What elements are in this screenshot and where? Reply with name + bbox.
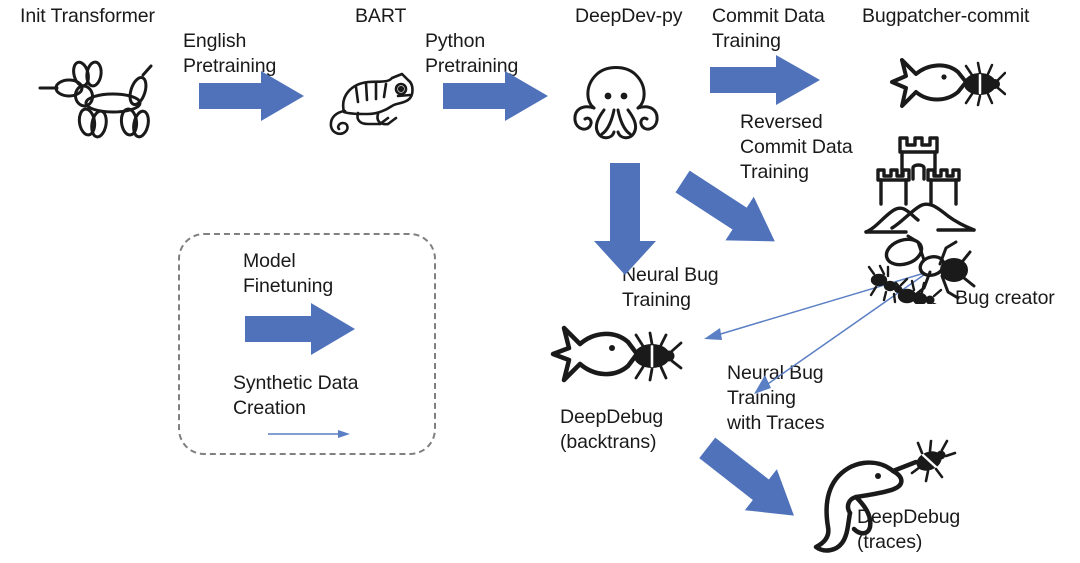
arrow-commit-data-training — [710, 55, 820, 105]
node-label-deepdev-py: DeepDev-py — [575, 5, 683, 27]
legend-thin-blue-arrow — [268, 427, 350, 441]
node-label-bugpatcher-commit: Bugpatcher-commit — [862, 5, 1030, 27]
arrow-neural-bug-training — [594, 163, 656, 275]
diagram-canvas: Init Transformer English Pretraining BAR… — [0, 0, 1080, 563]
legend-label-synthetic-data-creation: Synthetic Data Creation — [233, 372, 359, 419]
node-label-init-transformer: Init Transformer — [20, 5, 155, 27]
legend-thick-blue-arrow — [245, 303, 355, 355]
fish-with-bug-icon-backtrans — [524, 306, 684, 410]
octopus-icon — [568, 60, 664, 152]
node-label-bart: BART — [355, 5, 407, 27]
castle-mountains-ants-icon — [862, 124, 1022, 304]
dolphin-with-bug-icon — [790, 435, 960, 560]
balloon-dog-icon — [37, 58, 157, 144]
arrow-english-pretraining — [199, 71, 304, 121]
legend-label-model-finetuning: Model Finetuning — [243, 250, 334, 297]
node-label-deepdebug-backtrans: DeepDebug (backtrans) — [560, 406, 664, 453]
chameleon-icon — [318, 66, 418, 142]
edge-label-commit-data-training: Commit Data Training — [712, 5, 825, 52]
fish-with-bug-icon-bugpatcher — [866, 40, 1006, 132]
arrow-reversed-commit-data-training — [675, 155, 820, 255]
arrow-python-pretraining — [443, 71, 548, 121]
